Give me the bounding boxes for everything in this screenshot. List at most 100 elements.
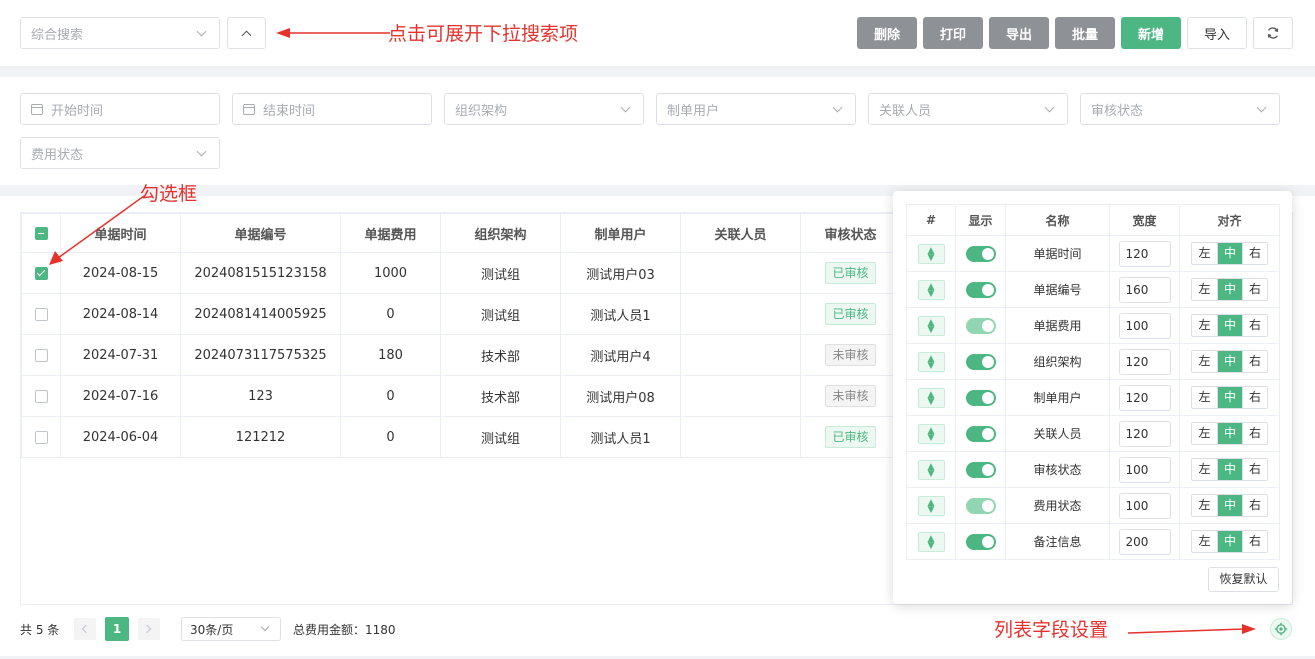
- batch-button[interactable]: 批量: [1055, 17, 1115, 49]
- drag-handle-icon[interactable]: ▲ ▼: [917, 495, 945, 516]
- align-right-button[interactable]: 右: [1242, 423, 1267, 444]
- width-input[interactable]: 120: [1118, 240, 1171, 267]
- creator-select[interactable]: 制单用户: [656, 93, 856, 125]
- chevron-right-icon: [142, 624, 152, 634]
- align-center-button[interactable]: 中: [1217, 531, 1242, 552]
- column-header[interactable]: 审核状态: [800, 213, 901, 253]
- print-button[interactable]: 打印: [923, 17, 983, 49]
- reset-default-button[interactable]: 恢复默认: [1208, 567, 1279, 592]
- width-input[interactable]: 160: [1118, 276, 1171, 303]
- drag-handle-icon[interactable]: ▲ ▼: [917, 351, 945, 372]
- align-left-button[interactable]: 左: [1192, 279, 1217, 300]
- drag-cell: ▲ ▼: [906, 379, 956, 416]
- width-input[interactable]: 120: [1118, 420, 1171, 447]
- align-right-button[interactable]: 右: [1242, 495, 1267, 516]
- table-row[interactable]: 2024-08-14 2024081414005925 0 测试组 测试人员1 …: [21, 293, 901, 335]
- row-checkbox[interactable]: [34, 389, 48, 403]
- visibility-toggle[interactable]: [965, 317, 996, 334]
- column-settings-button[interactable]: [1270, 618, 1292, 640]
- page-size-select[interactable]: 30条/页: [181, 617, 281, 641]
- related-select[interactable]: 关联人员: [868, 93, 1068, 125]
- align-right-button[interactable]: 右: [1242, 315, 1267, 336]
- visibility-toggle[interactable]: [965, 461, 996, 478]
- visibility-toggle[interactable]: [965, 281, 996, 298]
- delete-button[interactable]: 删除: [857, 17, 917, 49]
- drag-handle-icon[interactable]: ▲ ▼: [917, 243, 945, 264]
- column-name: 单据编号: [1005, 271, 1110, 308]
- next-page-button[interactable]: [138, 618, 160, 640]
- start-time-picker[interactable]: 开始时间: [20, 93, 220, 125]
- align-right-button[interactable]: 右: [1242, 351, 1267, 372]
- align-left-button[interactable]: 左: [1192, 531, 1217, 552]
- align-center-button[interactable]: 中: [1217, 495, 1242, 516]
- align-left-button[interactable]: 左: [1192, 387, 1217, 408]
- align-center-button[interactable]: 中: [1217, 351, 1242, 372]
- align-right-button[interactable]: 右: [1242, 279, 1267, 300]
- table-row[interactable]: 2024-07-31 2024073117575325 180 技术部 测试用户…: [21, 334, 901, 376]
- row-checkbox[interactable]: [34, 307, 48, 321]
- visibility-toggle[interactable]: [965, 425, 996, 442]
- align-left-button[interactable]: 左: [1192, 495, 1217, 516]
- align-left-button[interactable]: 左: [1192, 243, 1217, 264]
- org-select[interactable]: 组织架构: [444, 93, 644, 125]
- page-1-button[interactable]: 1: [105, 617, 129, 641]
- toggle-cell: [955, 307, 1006, 344]
- width-input[interactable]: 200: [1118, 528, 1171, 555]
- align-right-button[interactable]: 右: [1242, 459, 1267, 480]
- visibility-toggle[interactable]: [965, 497, 996, 514]
- drag-handle-icon[interactable]: ▲ ▼: [917, 423, 945, 444]
- expand-toggle-button[interactable]: [227, 17, 266, 49]
- search-select[interactable]: 综合搜索: [20, 17, 220, 49]
- width-input[interactable]: 120: [1118, 348, 1171, 375]
- import-button[interactable]: 导入: [1187, 17, 1247, 49]
- align-center-button[interactable]: 中: [1217, 387, 1242, 408]
- visibility-toggle[interactable]: [965, 353, 996, 370]
- visibility-toggle[interactable]: [965, 245, 996, 262]
- column-header[interactable]: 单据费用: [340, 213, 441, 253]
- export-button[interactable]: 导出: [989, 17, 1049, 49]
- visibility-toggle[interactable]: [965, 389, 996, 406]
- visibility-toggle[interactable]: [965, 533, 996, 550]
- align-left-button[interactable]: 左: [1192, 315, 1217, 336]
- column-name: 关联人员: [1005, 415, 1110, 452]
- audit-select[interactable]: 审核状态: [1080, 93, 1280, 125]
- align-center-button[interactable]: 中: [1217, 243, 1242, 264]
- width-input[interactable]: 100: [1118, 456, 1171, 483]
- column-header[interactable]: 单据编号: [180, 213, 341, 253]
- cell-org: 测试组: [440, 293, 561, 335]
- drag-handle-icon[interactable]: ▲ ▼: [917, 531, 945, 552]
- column-header[interactable]: 组织架构: [440, 213, 561, 253]
- align-right-button[interactable]: 右: [1242, 387, 1267, 408]
- align-left-button[interactable]: 左: [1192, 351, 1217, 372]
- align-center-button[interactable]: 中: [1217, 459, 1242, 480]
- table-row[interactable]: 2024-06-04 121212 0 测试组 测试人员1 已审核: [21, 416, 901, 458]
- align-right-button[interactable]: 右: [1242, 243, 1267, 264]
- width-input[interactable]: 100: [1118, 312, 1171, 339]
- row-checkbox[interactable]: [34, 430, 48, 444]
- drag-handle-icon[interactable]: ▲ ▼: [917, 387, 945, 408]
- column-name: 单据费用: [1005, 307, 1110, 344]
- align-center-button[interactable]: 中: [1217, 423, 1242, 444]
- prev-page-button[interactable]: [74, 618, 96, 640]
- align-right-button[interactable]: 右: [1242, 531, 1267, 552]
- refresh-button[interactable]: [1253, 17, 1293, 49]
- align-left-button[interactable]: 左: [1192, 459, 1217, 480]
- width-input[interactable]: 120: [1118, 384, 1171, 411]
- drag-handle-icon[interactable]: ▲ ▼: [917, 279, 945, 300]
- add-button[interactable]: 新增: [1121, 17, 1181, 49]
- org-placeholder: 组织架构: [455, 103, 508, 119]
- drag-handle-icon[interactable]: ▲ ▼: [917, 315, 945, 336]
- start-time-placeholder: 开始时间: [51, 103, 104, 119]
- table-row[interactable]: 2024-08-15 2024081515123158 1000 测试组 测试用…: [21, 252, 901, 294]
- fee-status-select[interactable]: 费用状态: [20, 137, 220, 169]
- column-header[interactable]: 制单用户: [560, 213, 681, 253]
- end-time-picker[interactable]: 结束时间: [232, 93, 432, 125]
- align-center-button[interactable]: 中: [1217, 279, 1242, 300]
- table-row[interactable]: 2024-07-16 123 0 技术部 测试用户08 未审核: [21, 375, 901, 417]
- row-checkbox[interactable]: [34, 348, 48, 362]
- column-header[interactable]: 关联人员: [680, 213, 801, 253]
- align-left-button[interactable]: 左: [1192, 423, 1217, 444]
- width-input[interactable]: 100: [1118, 492, 1171, 519]
- align-center-button[interactable]: 中: [1217, 315, 1242, 336]
- drag-handle-icon[interactable]: ▲ ▼: [917, 459, 945, 480]
